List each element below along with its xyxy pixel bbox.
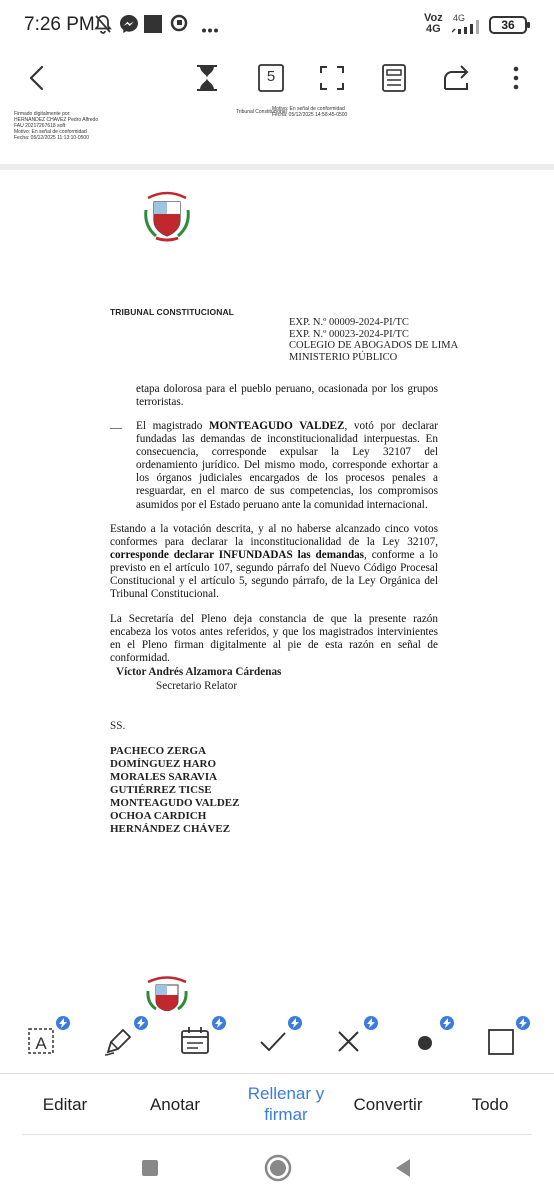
reading-mode-icon[interactable] [378, 62, 410, 94]
back-triangle-icon[interactable] [392, 1156, 414, 1185]
system-nav-bar [0, 1140, 554, 1200]
peru-coat-of-arms-logo [142, 190, 192, 249]
share-icon[interactable] [440, 62, 472, 94]
signature-block-mid: Motivo: En señal de conformidad Fecha: 0… [272, 106, 348, 118]
list-dash: — [110, 420, 122, 434]
document-page: TRIBUNAL CONSTITUCIONAL EXP. N.º 00009-2… [0, 170, 554, 958]
recents-square-icon[interactable] [140, 1158, 160, 1183]
judge-name: MONTEAGUDO VALDEZ [110, 797, 240, 809]
premium-bolt-icon [440, 1016, 454, 1030]
more-notifications-icon [202, 20, 218, 38]
fill-sign-tools: A [0, 1010, 554, 1074]
institution-name: TRIBUNAL CONSTITUCIONAL [110, 307, 234, 317]
tab-fill-sign[interactable]: Rellenar y firmar [236, 1074, 336, 1134]
home-circle-icon[interactable] [263, 1153, 293, 1188]
messenger-icon [119, 14, 139, 39]
premium-bolt-icon [364, 1016, 378, 1030]
tab-annotate[interactable]: Anotar [130, 1074, 220, 1134]
judges-list: PACHECO ZERGA DOMÍNGUEZ HARO MORALES SAR… [110, 745, 239, 836]
network-type: Voz 4G [424, 12, 443, 35]
premium-bolt-icon [56, 1016, 70, 1030]
premium-bolt-icon [212, 1016, 226, 1030]
premium-bolt-icon [134, 1016, 148, 1030]
pen-signature-icon[interactable] [102, 1024, 136, 1058]
page-number-button[interactable]: 5 [255, 62, 287, 94]
signal-icon [451, 20, 484, 39]
app-notification-icon [170, 14, 188, 37]
divider [22, 1134, 532, 1135]
more-options-icon[interactable] [500, 62, 532, 94]
judge-name: HERNÁNDEZ CHÁVEZ [110, 823, 231, 835]
top-toolbar: 5 [0, 50, 554, 106]
premium-bolt-icon [288, 1016, 302, 1030]
signature-block-left: Firmado digitalmente por: HERNANDEZ CHAV… [14, 111, 99, 141]
text-field-icon[interactable]: A [26, 1024, 60, 1058]
battery-indicator: 36 [489, 16, 530, 34]
signer-name: Víctor Andrés Alzamora Cárdenas [116, 666, 282, 678]
fullscreen-icon[interactable] [316, 62, 348, 94]
hourglass-icon[interactable] [191, 62, 223, 94]
bottom-tabs: Editar Anotar Rellenar y firmar Converti… [0, 1074, 554, 1134]
signer-role: Secretario Relator [156, 680, 238, 692]
calendar-icon[interactable] [178, 1024, 212, 1058]
premium-bolt-icon [516, 1016, 530, 1030]
tab-edit[interactable]: Editar [20, 1074, 110, 1134]
previous-page-bottom: Firmado digitalmente por: HERNANDEZ CHAV… [0, 106, 554, 164]
paragraph-continuation: etapa dolorosa para el pueblo peruano, o… [136, 383, 438, 409]
app-square-icon [144, 15, 162, 38]
case-references: EXP. N.º 00009-2024-PI/TC EXP. N.º 00023… [289, 317, 459, 363]
tab-all[interactable]: Todo [446, 1074, 534, 1134]
page-number-label: 5 [266, 68, 276, 85]
paragraph-certification: La Secretaría del Pleno deja constancia … [110, 613, 438, 665]
ss-label: SS. [110, 720, 126, 732]
checkmark-icon[interactable] [256, 1024, 290, 1058]
dot-icon[interactable] [408, 1024, 442, 1058]
svg-text:A: A [35, 1034, 47, 1053]
tab-convert[interactable]: Convertir [344, 1074, 432, 1134]
status-bar: 7:26 PM Voz 4G 4G 36 [0, 0, 554, 50]
bell-muted-icon [94, 14, 112, 39]
square-icon[interactable] [484, 1024, 518, 1058]
judge-name: DOMÍNGUEZ HARO [110, 758, 217, 770]
cross-icon[interactable] [332, 1024, 366, 1058]
judge-name: MORALES SARAVIA [110, 771, 218, 783]
paragraph-decision: Estando a la votación descrita, y al no … [110, 523, 438, 601]
paragraph-vote: El magistrado MONTEAGUDO VALDEZ, votó po… [136, 420, 438, 511]
status-time: 7:26 PM [24, 14, 95, 35]
judge-name: PACHECO ZERGA [110, 745, 207, 757]
document-viewer[interactable]: Firmado digitalmente por: HERNANDEZ CHAV… [0, 106, 554, 958]
judge-name: GUTIÉRREZ TICSE [110, 784, 212, 796]
back-arrow-icon[interactable] [22, 62, 54, 94]
judge-name: OCHOA CARDICH [110, 810, 207, 822]
